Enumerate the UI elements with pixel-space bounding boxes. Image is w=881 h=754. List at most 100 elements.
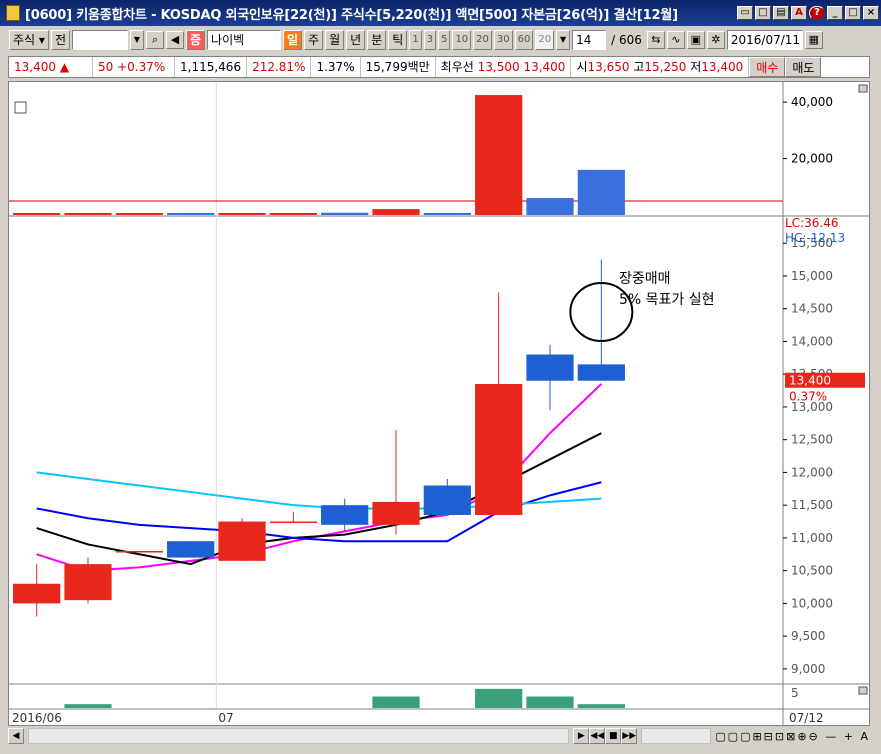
play-icon[interactable]: ▶ <box>573 728 590 744</box>
sub-indicator-bar <box>526 696 574 708</box>
best-bid: 13,400 <box>523 60 566 74</box>
sub-indicator-bar <box>577 704 625 708</box>
volume-bar <box>423 213 471 215</box>
minute-option-20[interactable]: 20 <box>473 30 492 50</box>
minute-option-30[interactable]: 30 <box>493 30 513 50</box>
best-label: 최우선 <box>440 60 474 74</box>
minute-dropdown-button[interactable]: ▼ <box>556 30 571 50</box>
tab-period-2[interactable]: 월 <box>325 30 345 50</box>
open-value: 13,650 <box>587 60 630 74</box>
price-tick-label: 9,500 <box>791 629 825 643</box>
code-dropdown-button[interactable]: ▼ <box>129 30 144 50</box>
speaker-icon[interactable]: ◀ <box>165 31 184 49</box>
open-label: 시 <box>576 60 588 74</box>
up-arrow-icon: ▲ <box>59 60 70 74</box>
market-type-select[interactable]: 주식 ▾ <box>9 30 49 50</box>
save-icon[interactable]: ▣ <box>686 31 705 49</box>
search-icon[interactable]: ⌕ <box>145 31 164 49</box>
price-tick-label: 11,000 <box>791 531 833 545</box>
candle-body <box>475 384 523 515</box>
volume-bar <box>372 209 420 215</box>
app-icon <box>6 5 20 21</box>
tile-icon[interactable]: ▭ <box>737 6 753 20</box>
window-icon[interactable]: □ <box>755 6 771 20</box>
low-value: 13,400 <box>701 60 744 74</box>
volume-bar <box>167 213 215 215</box>
volume-bar <box>218 213 266 215</box>
stop-icon[interactable]: ■ <box>605 728 622 744</box>
stock-chart[interactable]: 40,00020,00015,50015,00014,50014,00013,5… <box>8 81 870 726</box>
help-icon[interactable]: ? <box>809 6 825 20</box>
candle-body <box>321 505 369 525</box>
count-input[interactable]: 14 <box>572 30 607 50</box>
chart-canvas[interactable]: 40,00020,00015,50015,00014,50014,00013,5… <box>9 82 869 725</box>
tab-period-4[interactable]: 분 <box>367 30 387 50</box>
volume-tick-label: 20,000 <box>791 152 833 166</box>
minute-option-5[interactable]: 5 <box>438 30 451 50</box>
tab-period-3[interactable]: 년 <box>346 30 366 50</box>
volume-bar <box>577 169 625 215</box>
volume-bar <box>115 213 163 215</box>
date-field[interactable]: 2016/07/11 <box>726 30 803 50</box>
sub-indicator-bar <box>372 696 420 708</box>
price-change: 50 +0.37% <box>93 57 175 77</box>
candle-body <box>115 551 163 553</box>
x-axis-label: 07 <box>218 711 233 725</box>
tab-period-0[interactable]: 일 <box>283 30 303 50</box>
pane-menu-icon <box>858 686 868 695</box>
minimize-button[interactable]: _ <box>827 6 843 20</box>
gear-icon[interactable]: ✲ <box>706 31 725 49</box>
stock-name-field[interactable]: 나이벡 <box>207 30 282 50</box>
rewind-icon[interactable]: ◀◀ <box>589 728 606 744</box>
tab-period-5[interactable]: 틱 <box>388 30 408 50</box>
minute-option-selected[interactable]: 20 <box>535 30 555 50</box>
minute-option-60[interactable]: 60 <box>514 30 534 50</box>
current-price-value: 13,400 <box>14 60 56 74</box>
minute-option-3[interactable]: 3 <box>423 30 437 50</box>
text-icon[interactable]: A <box>791 6 807 20</box>
candle-body <box>269 521 317 524</box>
candle-body <box>372 501 420 525</box>
zoom-slider[interactable] <box>641 728 712 744</box>
price-tick-label: 15,000 <box>791 269 833 283</box>
price-tick-label: 14,500 <box>791 302 833 316</box>
candle-body <box>526 354 574 381</box>
title-bar: [0600] 키움종합차트 - KOSDAQ 외국인보유[22(천)] 주식수[… <box>0 0 881 26</box>
best-quote: 최우선 13,500 13,400 <box>436 57 572 77</box>
stock-code-input[interactable]: 138610 <box>71 30 128 50</box>
forward-icon[interactable]: ▶▶ <box>621 728 638 744</box>
minute-option-10[interactable]: 10 <box>452 30 472 50</box>
candle-body <box>64 564 112 601</box>
tab-period-1[interactable]: 주 <box>304 30 324 50</box>
minute-option-1[interactable]: 1 <box>409 30 422 50</box>
navigation-bar: ◀ ▶ ◀◀ ■ ▶▶ ▢▢▢⊞⊟⊡⊠⊕⊖ — + A <box>8 727 870 745</box>
current-price: 13,400 ▲ <box>9 57 93 77</box>
stock-badge: 증 <box>185 30 206 50</box>
sell-button[interactable]: 매도 <box>785 57 822 77</box>
close-button[interactable]: × <box>863 6 879 20</box>
buy-button[interactable]: 매수 <box>749 57 786 77</box>
layout-icon[interactable]: ▤ <box>773 6 789 20</box>
high-label: 고 <box>633 60 645 74</box>
all-button[interactable]: 전 <box>50 30 70 50</box>
chart-tools[interactable]: ▢▢▢⊞⊟⊡⊠⊕⊖ — + A <box>715 730 870 743</box>
current-price-label: 13,400 <box>789 374 831 388</box>
scroll-track[interactable] <box>28 728 570 744</box>
lc-label: LC:36.46 <box>785 216 838 230</box>
high-value: 15,250 <box>644 60 687 74</box>
volume-value: 1,115,466 <box>175 57 248 77</box>
volume-bar <box>13 213 61 215</box>
candle-body <box>577 364 625 381</box>
chart-icon[interactable]: ∿ <box>666 31 685 49</box>
link-icon[interactable]: ⇆ <box>646 31 665 49</box>
candle-body <box>167 541 215 558</box>
volume-bar <box>321 212 369 215</box>
low-label: 저 <box>690 60 702 74</box>
price-tick-label: 12,500 <box>791 433 833 447</box>
scroll-left-button[interactable]: ◀ <box>8 728 24 744</box>
price-summary: 13,400 ▲ 50 +0.37% 1,115,466 212.81% 1.3… <box>8 56 870 78</box>
calendar-icon[interactable]: ▦ <box>804 31 823 49</box>
price-tick-label: 10,000 <box>791 596 833 610</box>
change-pct: +0.37% <box>117 60 166 74</box>
maximize-button[interactable]: □ <box>845 6 861 20</box>
